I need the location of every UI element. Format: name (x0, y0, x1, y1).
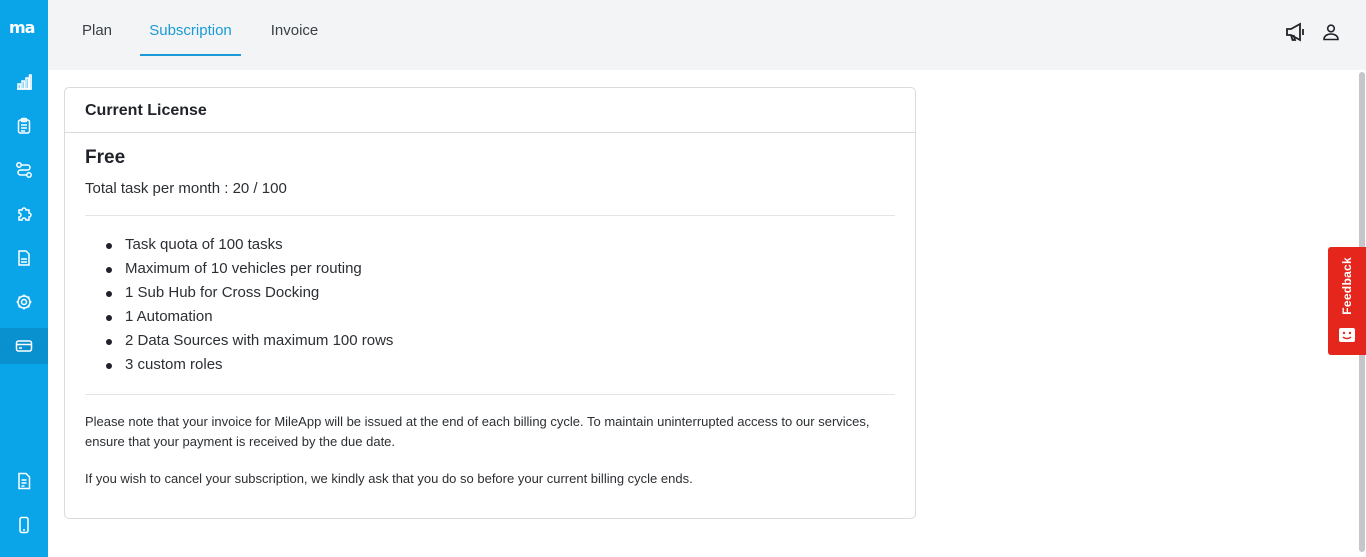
docs-icon (18, 472, 31, 490)
feedback-face-icon (1339, 328, 1355, 342)
plan-name: Free (85, 147, 126, 168)
tab-invoice[interactable]: Invoice (269, 22, 320, 56)
sidebar-item-integrations[interactable] (0, 196, 48, 232)
tab-subscription[interactable]: Subscription (140, 22, 241, 56)
list-item: 3 custom roles (105, 354, 895, 378)
mobile-icon (19, 516, 29, 534)
sidebar-item-billing[interactable] (0, 328, 48, 364)
sidebar-item-settings[interactable] (0, 284, 48, 320)
sidebar-item-routing[interactable] (0, 152, 48, 188)
route-icon (16, 162, 32, 178)
clipboard-icon (17, 117, 31, 134)
analytics-icon (17, 74, 32, 90)
card-title: Current License (65, 88, 915, 133)
sidebar-item-docs[interactable] (0, 463, 48, 499)
list-item: 1 Sub Hub for Cross Docking (105, 282, 895, 306)
sidebar-item-documents[interactable] (0, 240, 48, 276)
feedback-button[interactable]: Feedback (1328, 247, 1366, 355)
settings-icon (16, 294, 32, 310)
task-usage: Total task per month : 20 / 100 (85, 180, 287, 197)
megaphone-icon (1286, 22, 1304, 42)
sidebar-item-analytics[interactable] (0, 64, 48, 100)
sidebar-item-tasks[interactable] (0, 108, 48, 144)
main-content: Current License Free Total task per mont… (48, 70, 1358, 557)
divider (85, 394, 895, 395)
tab-plan[interactable]: Plan (81, 22, 113, 56)
announcement-button[interactable] (1284, 20, 1308, 44)
top-bar: Plan Subscription Invoice (48, 0, 1366, 70)
app-logo[interactable]: ma (9, 18, 39, 38)
list-item: Task quota of 100 tasks (105, 234, 895, 258)
current-license-card: Current License Free Total task per mont… (64, 87, 916, 519)
list-item: 1 Automation (105, 306, 895, 330)
list-item: Maximum of 10 vehicles per routing (105, 258, 895, 282)
sidebar-item-mobile[interactable] (0, 507, 48, 543)
sidebar: ma (0, 0, 48, 557)
feature-list: Task quota of 100 tasks Maximum of 10 ve… (85, 216, 895, 394)
document-icon (18, 250, 30, 266)
cancel-note: If you wish to cancel your subscription,… (85, 471, 693, 486)
list-item: 2 Data Sources with maximum 100 rows (105, 330, 895, 354)
billing-card-icon (15, 340, 33, 352)
profile-button[interactable] (1319, 20, 1343, 44)
feedback-label: Feedback (1340, 257, 1354, 315)
puzzle-icon (18, 207, 32, 221)
user-icon (1323, 24, 1339, 41)
billing-note: Please note that your invoice for MileAp… (85, 414, 870, 449)
